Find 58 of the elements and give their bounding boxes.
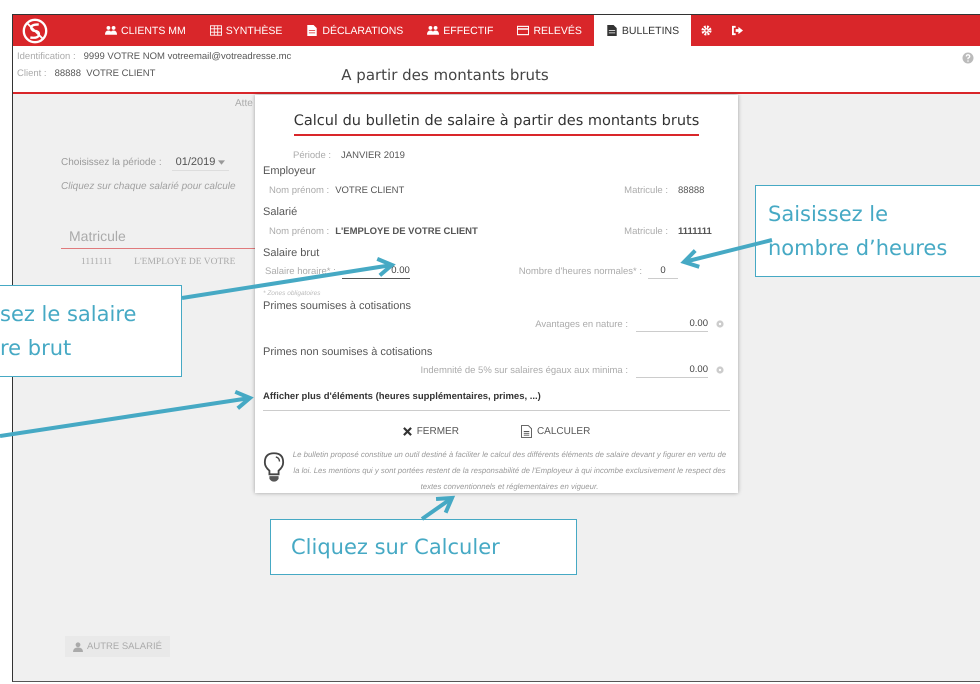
name-label: Nom prénom : xyxy=(269,184,330,196)
users-icon xyxy=(105,25,117,36)
section-heading: Primes soumises à cotisations xyxy=(263,300,412,312)
period-dropdown[interactable]: 01/2019 xyxy=(172,154,230,171)
nav-tab[interactable]: RELEVÉS xyxy=(505,15,594,46)
field-label: Avantages en nature : xyxy=(535,318,628,330)
section-heading: Salaire brut xyxy=(263,247,320,259)
users-icon xyxy=(427,25,440,36)
amount-field[interactable]: 0.00 xyxy=(636,362,708,378)
modal-title: Calcul du bulletin de salaire à partir des montants bruts xyxy=(294,113,700,136)
table-icon xyxy=(210,25,222,36)
section-heading: Salarié xyxy=(263,206,298,218)
section-heading: Employeur xyxy=(263,165,317,177)
calculate-button[interactable]: CALCULER xyxy=(514,424,596,439)
nav-tab[interactable]: DÉCLARATIONS xyxy=(294,15,416,46)
document-icon xyxy=(306,25,318,36)
nav-tab[interactable]: CLIENTS MM xyxy=(93,15,198,46)
hourly-wage-field[interactable]: 0.00 xyxy=(342,263,410,279)
section-heading: Primes non soumises à cotisations xyxy=(263,346,434,358)
field-label: Indemnité de 5% sur salaires égaux aux minima : xyxy=(420,364,628,376)
close-button[interactable]: FERMER xyxy=(396,424,465,439)
logo-icon[interactable] xyxy=(21,16,49,44)
period-label: Période : xyxy=(293,150,332,160)
document-icon xyxy=(606,25,618,36)
arrow xyxy=(420,496,456,521)
card-icon xyxy=(517,25,530,36)
identification-value: 9999 VOTRE NOM votreemail@votreadresse.mc xyxy=(84,51,292,62)
identification-label: Identification : xyxy=(17,51,76,62)
nav-tab[interactable]: EFFECTIF xyxy=(415,15,506,46)
close-icon xyxy=(402,427,412,436)
period-value: JANVIER 2019 xyxy=(341,150,405,160)
document-icon xyxy=(520,425,532,438)
table-cell: 1111111 xyxy=(81,257,112,267)
page-title: A partir des montants bruts xyxy=(341,66,549,86)
nav-tab[interactable]: SYNTHÈSE xyxy=(198,15,294,46)
matricule-value: 88888 xyxy=(678,184,706,196)
nav-tab[interactable]: BULLETINS xyxy=(594,15,692,46)
table-cell: L'EMPLOYE DE VOTRE xyxy=(134,257,236,267)
hours-field[interactable]: 0 xyxy=(648,263,678,279)
matricule-label: Matricule : xyxy=(624,184,668,196)
client-label: Client : xyxy=(17,68,47,79)
name-value: L'EMPLOYE DE VOTRE CLIENT xyxy=(335,226,478,236)
callout-box: sez le salaire re brut xyxy=(0,285,182,377)
period-label: Choisissez la période : xyxy=(61,157,162,168)
hours-label: Nombre d'heures normales* : xyxy=(518,266,642,276)
lightbulb-icon xyxy=(263,451,285,483)
client-value: 88888 VOTRE CLIENT xyxy=(54,68,156,79)
show-more-link[interactable]: Afficher plus d'éléments (heures supplémentaires, primes, ...) xyxy=(263,389,730,411)
callout-box: Cliquez sur Calculer xyxy=(270,519,577,575)
partial-text: Atte xyxy=(235,98,253,109)
matricule-value: 1111111 xyxy=(678,226,713,236)
name-value: VOTRE CLIENT xyxy=(335,184,404,196)
matricule-label: Matricule : xyxy=(624,226,668,236)
caret-icon xyxy=(218,160,226,165)
hint-text: Cliquez sur chaque salarié pour calcule xyxy=(61,181,236,192)
amount-field[interactable]: 0.00 xyxy=(636,316,708,332)
callout-box: Saisissez le nombre d’heures xyxy=(755,185,980,277)
person-icon xyxy=(73,642,83,652)
